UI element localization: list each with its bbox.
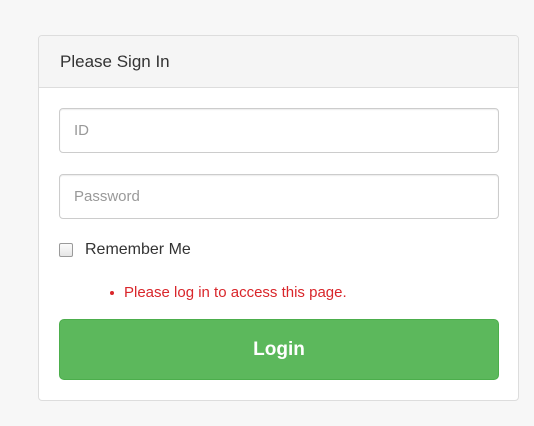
panel-heading: Please Sign In bbox=[39, 36, 518, 88]
login-button[interactable]: Login bbox=[59, 319, 499, 380]
remember-me-checkbox[interactable] bbox=[59, 243, 73, 257]
error-message: Please log in to access this page. bbox=[110, 284, 347, 301]
sign-in-panel: Please Sign In Remember Me Please log in… bbox=[38, 35, 519, 401]
id-input[interactable] bbox=[59, 108, 499, 153]
error-list: Please log in to access this page. bbox=[110, 284, 347, 301]
panel-title: Please Sign In bbox=[60, 51, 170, 71]
remember-me-label: Remember Me bbox=[85, 241, 191, 258]
bullet-icon bbox=[110, 290, 114, 295]
error-text: Please log in to access this page. bbox=[124, 284, 347, 301]
remember-me-option[interactable]: Remember Me bbox=[59, 241, 191, 259]
password-input[interactable] bbox=[59, 174, 499, 219]
login-page: Please Sign In Remember Me Please log in… bbox=[0, 0, 534, 426]
